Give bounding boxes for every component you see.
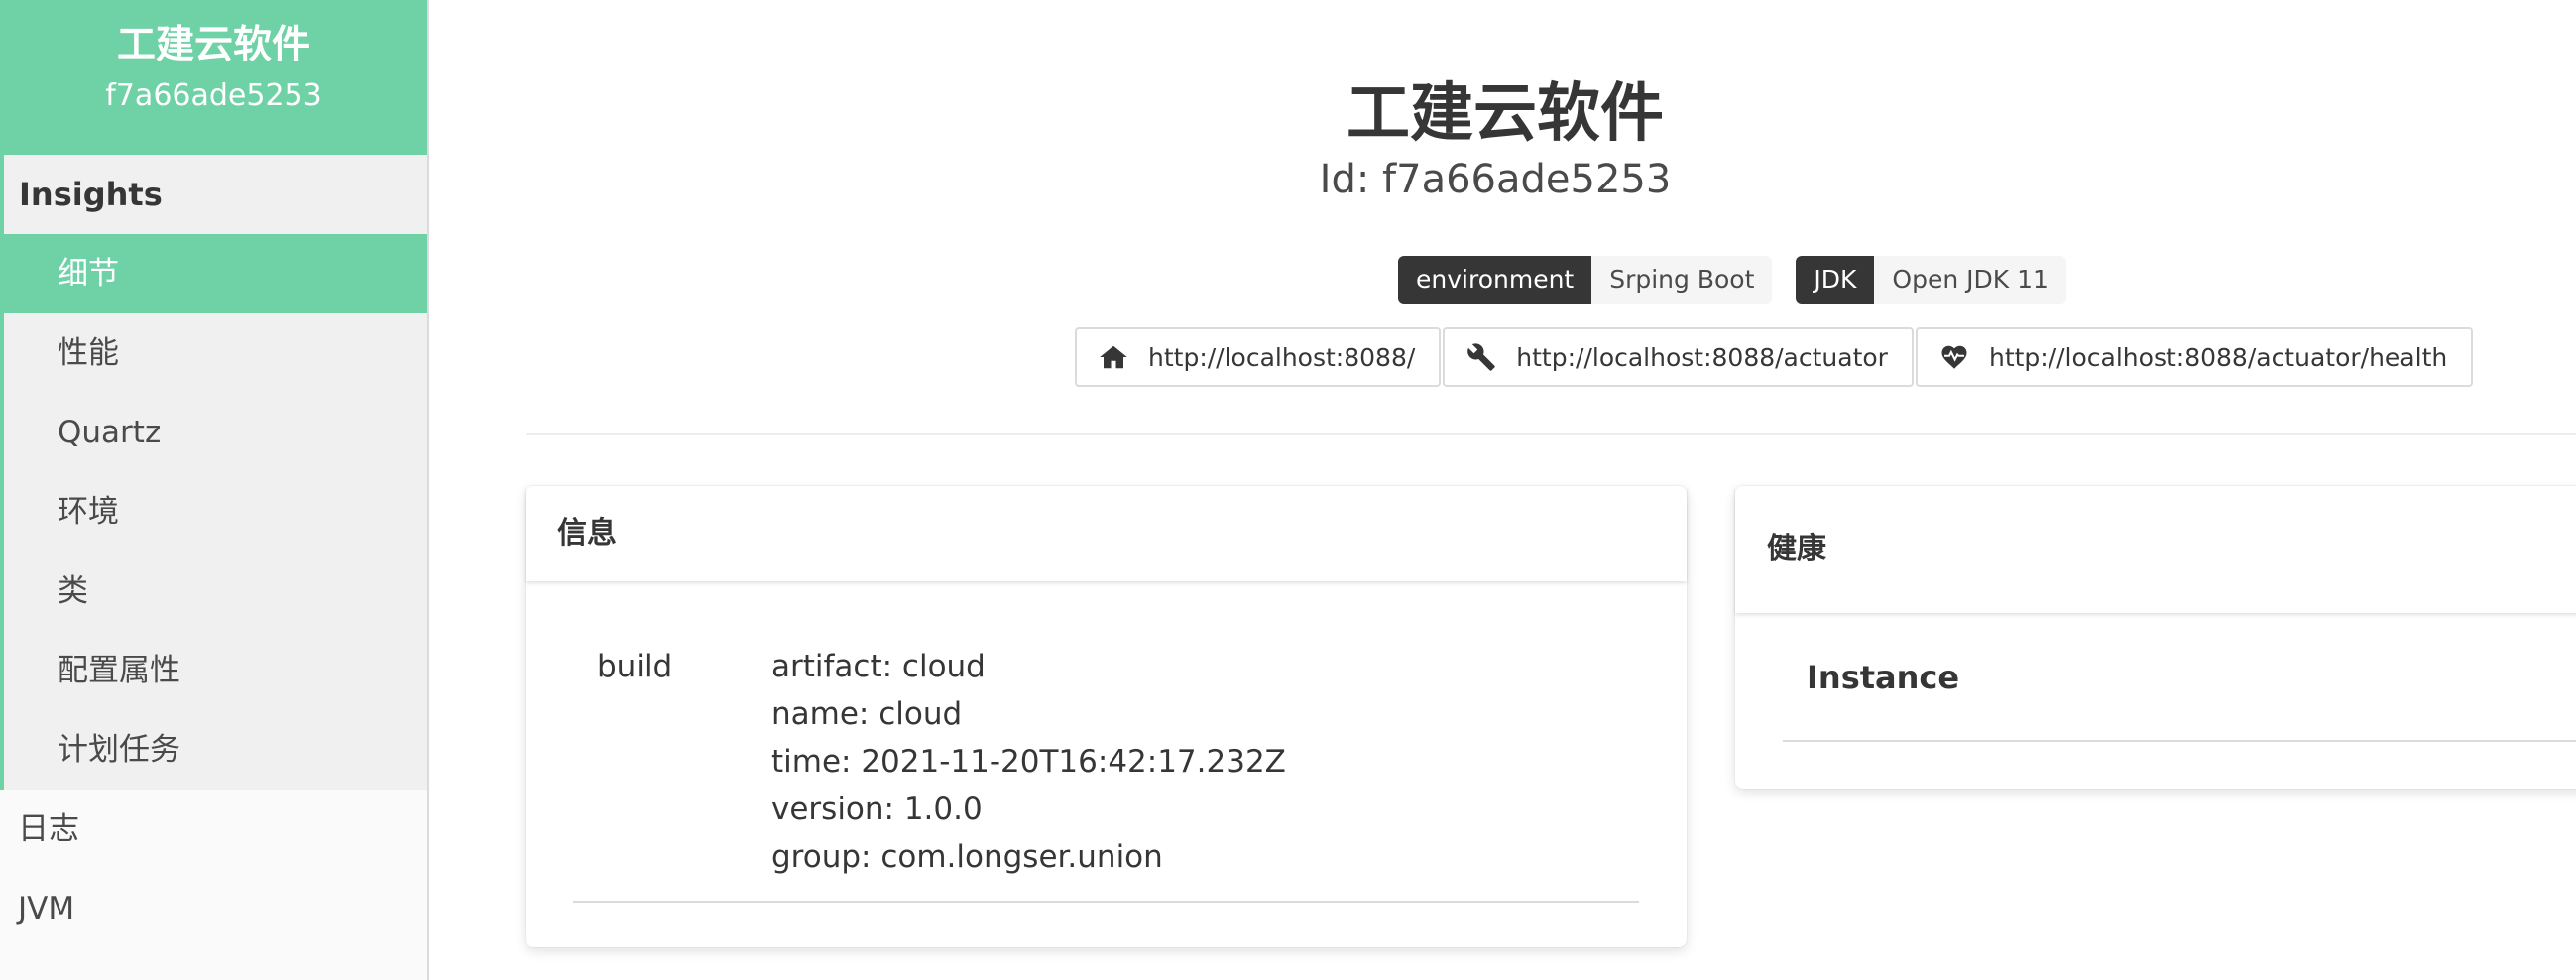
sidebar-item-quartz[interactable]: Quartz <box>4 393 427 472</box>
info-value-artifact: artifact: cloud <box>771 649 986 684</box>
management-url-button[interactable]: http://localhost:8088/actuator <box>1443 327 1914 387</box>
wrench-icon <box>1467 343 1496 371</box>
instance-links: http://localhost:8088/ http://localhost:… <box>1075 327 2475 387</box>
management-url-label: http://localhost:8088/actuator <box>1516 342 1888 372</box>
tag-value: Open JDK 11 <box>1874 256 2066 304</box>
info-card: 信息 build artifact: cloud name: cloud tim… <box>526 486 1687 947</box>
sidebar-item-metrics[interactable]: 性能 <box>4 313 427 393</box>
tag-jdk: JDK Open JDK 11 <box>1796 256 2066 304</box>
tag-value: Srping Boot <box>1591 256 1773 304</box>
info-value-group: group: com.longser.union <box>771 839 1163 875</box>
page-title: 工建云软件 <box>1347 77 1664 151</box>
health-card-title: 健康 <box>1735 486 2576 613</box>
sidebar-item-environment[interactable]: 环境 <box>4 472 427 551</box>
info-value-time: time: 2021-11-20T16:42:17.232Z <box>771 744 1286 780</box>
info-values: artifact: cloud name: cloud time: 2021-1… <box>771 643 1286 901</box>
health-url-label: http://localhost:8088/actuator/health <box>1988 342 2448 372</box>
sidebar-group-insights: Insights 细节 性能 Quartz 环境 类 配置属性 计划任务 <box>0 155 427 790</box>
health-url-button[interactable]: http://localhost:8088/actuator/health <box>1915 327 2474 387</box>
section-divider <box>526 433 2576 435</box>
sidebar-header: 工建云软件 f7a66ade5253 <box>0 0 427 155</box>
sidebar-item-details[interactable]: 细节 <box>4 234 427 313</box>
tag-list: environment Srping Boot JDK Open JDK 11 <box>1398 256 2066 304</box>
app-window: 工建云软件 f7a66ade5253 Insights 细节 性能 Quartz… <box>0 0 2576 980</box>
main-content: 工建云软件 Id: f7a66ade5253 environment Srpin… <box>431 0 2576 980</box>
info-value-version: version: 1.0.0 <box>771 792 983 827</box>
sidebar-item-classes[interactable]: 类 <box>4 551 427 631</box>
info-value-name: name: cloud <box>771 696 963 732</box>
tag-key: environment <box>1398 256 1592 304</box>
sidebar-group-title[interactable]: Insights <box>4 155 427 234</box>
sidebar-item-config-props[interactable]: 配置属性 <box>4 631 427 710</box>
instance-id: Id: f7a66ade5253 <box>1319 157 1672 202</box>
sidebar-item-jvm[interactable]: JVM <box>0 869 427 948</box>
health-card-body: Instance <box>1735 613 2576 742</box>
home-icon <box>1100 345 1127 369</box>
sidebar-item-scheduled-tasks[interactable]: 计划任务 <box>4 710 427 790</box>
tag-environment: environment Srping Boot <box>1398 256 1773 304</box>
info-row-build: build artifact: cloud name: cloud time: … <box>573 581 1639 903</box>
info-key: build <box>597 649 673 684</box>
sidebar-app-id: f7a66ade5253 <box>105 78 322 113</box>
tag-key: JDK <box>1796 256 1875 304</box>
info-card-body: build artifact: cloud name: cloud time: … <box>526 581 1687 903</box>
sidebar: 工建云软件 f7a66ade5253 Insights 细节 性能 Quartz… <box>0 0 429 980</box>
home-url-button[interactable]: http://localhost:8088/ <box>1075 327 1442 387</box>
sidebar-app-name: 工建云软件 <box>116 23 310 67</box>
heartbeat-icon <box>1941 345 1967 369</box>
health-row-instance[interactable]: Instance <box>1783 613 2576 742</box>
health-card: 健康 Instance <box>1735 486 2576 789</box>
info-card-title: 信息 <box>526 486 1687 581</box>
home-url-label: http://localhost:8088/ <box>1148 342 1416 372</box>
sidebar-item-logs[interactable]: 日志 <box>0 790 427 869</box>
